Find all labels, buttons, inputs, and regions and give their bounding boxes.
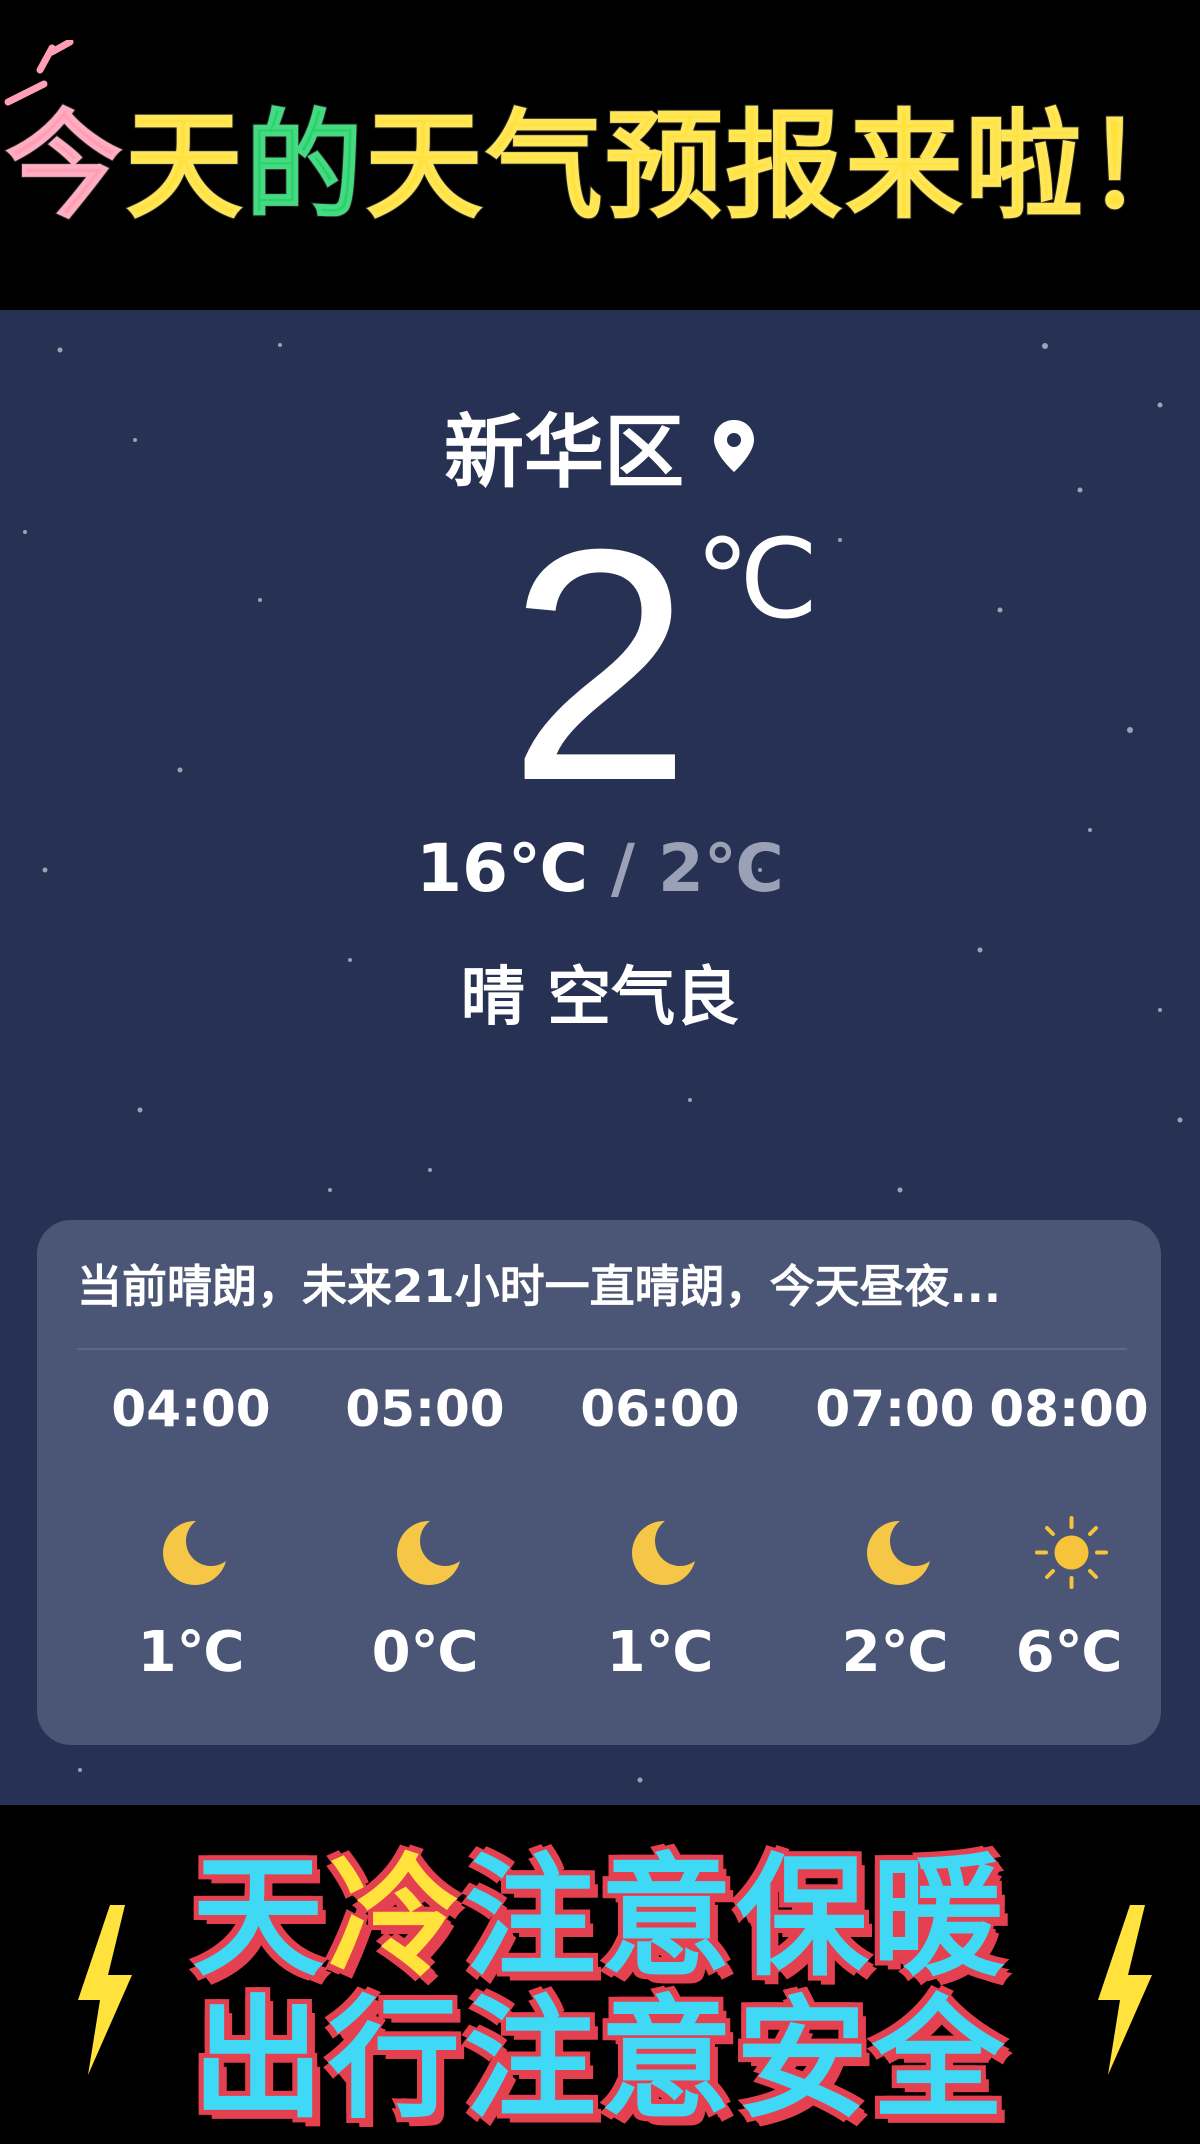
sun-icon xyxy=(1035,1516,1108,1589)
hour-time: 04:00 xyxy=(111,1380,271,1438)
current-temperature: 2 ℃ xyxy=(0,480,1200,849)
location-pin-icon xyxy=(714,420,754,472)
hour-time: 07:00 xyxy=(815,1380,975,1438)
current-temp-value: 2 xyxy=(508,480,692,849)
hourly-item: 06:00 1℃ xyxy=(570,1370,750,1730)
headline-char: 的 xyxy=(244,96,365,236)
hourly-list: 04:00 1℃ 05:00 0℃ 06:00 1℃ 07:00 2℃ 08:0… xyxy=(37,1370,1161,1730)
high-temp: 16℃ xyxy=(416,830,588,907)
hour-time: 05:00 xyxy=(345,1380,505,1438)
weather-panel: 新华区 2 ℃ 16℃ / 2℃ 晴 空气良 当前晴朗，未来21小时一直晴朗，今… xyxy=(0,310,1200,1805)
headline-char: 天 xyxy=(124,96,245,236)
headline-char: 啦 xyxy=(964,96,1086,236)
hour-temp: 0℃ xyxy=(371,1620,479,1685)
temp-range: 16℃ / 2℃ xyxy=(0,830,1200,907)
top-banner: 今 天 的 天 气 预 报 来 啦 ！ xyxy=(0,0,1200,310)
condition-text: 晴 空气良 xyxy=(460,961,740,1035)
moon-icon xyxy=(632,1520,695,1585)
headline-char: 今 xyxy=(4,96,125,236)
slogan-line-2: 出行注意安全 xyxy=(192,1983,1008,2137)
hour-temp: 2℃ xyxy=(841,1620,949,1685)
headline: 今 天 的 天 气 预 报 来 啦 ！ xyxy=(4,60,1200,250)
hour-temp: 1℃ xyxy=(137,1620,245,1685)
hourly-item: 04:00 1℃ xyxy=(101,1370,281,1730)
headline-char: 预 xyxy=(604,96,726,236)
headline-char: ！ xyxy=(1084,96,1200,236)
headline-char: 来 xyxy=(844,96,966,236)
hour-time: 06:00 xyxy=(580,1380,740,1438)
low-temp: 2℃ xyxy=(657,830,784,907)
hourly-item: 07:00 2℃ xyxy=(805,1370,985,1730)
divider xyxy=(77,1348,1127,1350)
hour-temp: 6℃ xyxy=(1015,1620,1123,1685)
moon-icon xyxy=(867,1520,930,1585)
hour-temp: 1℃ xyxy=(606,1620,714,1685)
forecast-summary[interactable]: 当前晴朗，未来21小时一直晴朗，今天昼夜... xyxy=(77,1250,1127,1315)
headline-char: 天 xyxy=(364,96,485,236)
hourly-forecast-card[interactable]: 当前晴朗，未来21小时一直晴朗，今天昼夜... 04:00 1℃ 05:00 0… xyxy=(37,1220,1161,1745)
headline-char: 报 xyxy=(724,96,846,236)
moon-icon xyxy=(397,1520,460,1585)
bottom-banner: 天冷注意保暖 出行注意安全 xyxy=(0,1805,1200,2137)
hourly-item: 05:00 0℃ xyxy=(335,1370,515,1730)
hourly-item: 08:00 6℃ xyxy=(979,1370,1159,1730)
hour-time: 08:00 xyxy=(989,1380,1149,1438)
moon-icon xyxy=(163,1520,226,1585)
current-temp-unit: ℃ xyxy=(695,518,819,641)
range-separator: / xyxy=(587,830,658,907)
headline-char: 气 xyxy=(484,96,605,236)
